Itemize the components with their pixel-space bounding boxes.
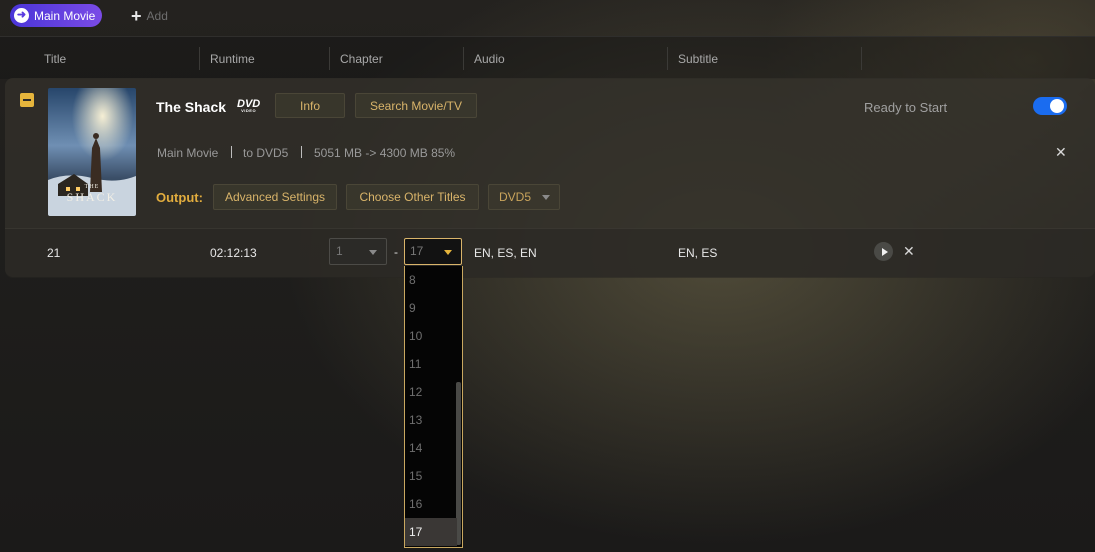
top-bar: ➜ Main Movie + Add [0, 0, 1095, 34]
enable-toggle[interactable] [1033, 97, 1067, 115]
minus-icon [23, 99, 31, 101]
info-button[interactable]: Info [275, 93, 345, 118]
meta-mode: Main Movie [157, 146, 219, 160]
chapter-option[interactable]: 15 [405, 462, 457, 490]
meta-divider [301, 146, 302, 158]
output-label: Output: [156, 190, 203, 205]
chapter-start-value: 1 [336, 244, 343, 258]
title-audio[interactable]: EN, ES, EN [474, 246, 537, 260]
arrow-right-icon: ➜ [14, 8, 29, 23]
chapter-option[interactable]: 10 [405, 322, 457, 350]
title-subtitle[interactable]: EN, ES [678, 246, 717, 260]
chapter-start-select[interactable]: 1 [329, 238, 387, 265]
output-format-select[interactable]: DVD5 [488, 184, 560, 210]
advanced-settings-button[interactable]: Advanced Settings [213, 184, 337, 210]
status-text: Ready to Start [864, 100, 948, 115]
meta-divider [231, 146, 232, 158]
title-runtime: 02:12:13 [210, 246, 257, 260]
chevron-down-icon [444, 250, 452, 255]
column-subtitle: Subtitle [678, 52, 719, 66]
chapter-option[interactable]: 12 [405, 378, 457, 406]
chapter-option[interactable]: 9 [405, 294, 457, 322]
chevron-down-icon [542, 195, 550, 200]
output-format-value: DVD5 [499, 190, 532, 204]
chapter-option[interactable]: 13 [405, 406, 457, 434]
chapter-option[interactable]: 11 [405, 350, 457, 378]
toggle-knob [1050, 99, 1064, 113]
play-preview-button[interactable] [874, 242, 893, 261]
dvd-logo-icon: DVD VIDEO [237, 98, 260, 113]
movie-panel: THE SHACK The Shack DVD VIDEO Info Searc… [5, 78, 1095, 278]
chapter-option[interactable]: 14 [405, 434, 457, 462]
add-label: Add [146, 9, 168, 23]
chapter-end-select[interactable]: 17 [404, 238, 462, 265]
chapter-option[interactable]: 16 [405, 490, 457, 518]
column-chapter: Chapter [340, 52, 383, 66]
play-icon [881, 247, 888, 256]
column-divider [667, 47, 668, 70]
title-row [5, 228, 1095, 278]
column-divider [463, 47, 464, 70]
column-audio: Audio [474, 52, 505, 66]
meta-size: 5051 MB -> 4300 MB 85% [314, 146, 456, 160]
title-number: 21 [47, 246, 61, 260]
remove-movie-close-icon[interactable]: ✕ [1055, 144, 1067, 161]
meta-target: to DVD5 [243, 146, 289, 160]
chapter-range-dash: - [394, 245, 398, 259]
column-title: Title [44, 52, 67, 66]
main-movie-label: Main Movie [34, 8, 96, 23]
movie-title: The Shack [156, 99, 227, 115]
chapter-option[interactable]: 17 [405, 518, 457, 546]
column-divider [861, 47, 862, 70]
column-divider [199, 47, 200, 70]
poster-title-line2: SHACK [66, 190, 118, 204]
column-runtime: Runtime [210, 52, 255, 66]
search-movie-tv-button[interactable]: Search Movie/TV [355, 93, 477, 118]
plus-icon: + [131, 6, 142, 26]
main-movie-button[interactable]: ➜ Main Movie [10, 4, 102, 27]
collapse-toggle[interactable] [20, 93, 34, 107]
column-header-row: Title Runtime Chapter Audio Subtitle [0, 36, 1095, 79]
movie-poster: THE SHACK [48, 88, 136, 216]
chapter-end-dropdown: 8 9 10 11 12 13 14 15 16 17 [404, 266, 463, 548]
add-button[interactable]: + Add [131, 6, 168, 26]
chapter-option[interactable]: 8 [405, 266, 457, 294]
chevron-down-icon [369, 250, 377, 255]
chapter-end-value: 17 [410, 244, 424, 258]
remove-title-close-icon[interactable]: ✕ [903, 243, 915, 260]
column-divider [329, 47, 330, 70]
choose-other-titles-button[interactable]: Choose Other Titles [346, 184, 479, 210]
